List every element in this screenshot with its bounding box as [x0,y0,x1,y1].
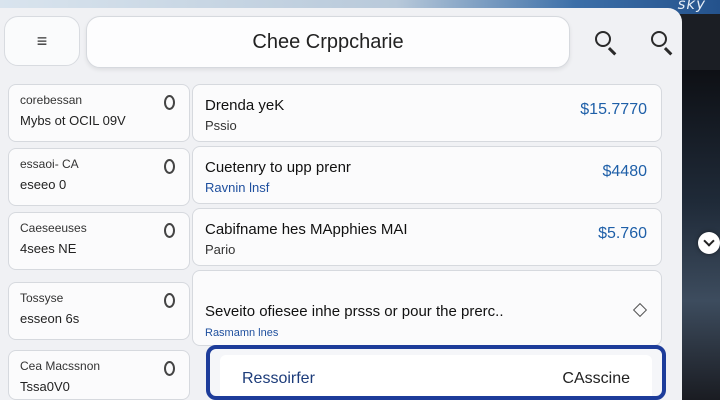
item-title: Drenda yeK [205,97,285,114]
sidebar-item-label: Tossyse [20,291,64,305]
sidebar-item[interactable]: Tossyse esseon 6s [8,282,190,340]
sidebar-item-label: essaoi- CA [20,157,79,171]
search-button-2[interactable] [644,24,678,60]
action-right-button[interactable]: CAsscine [562,370,630,388]
zero-badge-icon [164,95,175,110]
item-subtitle: Pssio [205,118,237,133]
menu-button[interactable]: ≡ [4,16,80,66]
diamond-icon[interactable] [632,302,648,318]
menu-icon: ≡ [36,31,48,51]
item-price: $15.7770 [580,101,647,118]
list-item[interactable]: Seveito ofiesee inhe prsss or pour the p… [192,270,662,346]
top-bar: ≡ Chee Crppcharie [0,8,682,70]
sidebar-item-value: eseeo 0 [20,177,67,192]
sidebar-item-label: Caeseeuses [20,221,87,235]
zero-badge-icon [164,293,175,308]
item-price: $4480 [602,163,648,180]
sidebar-item-value: 4sees NE [20,241,77,256]
action-bar: Ressoirfer CAsscine [206,345,666,400]
list-item[interactable]: Drenda yeK Pssio $15.7770 [192,84,662,142]
sidebar-item-value: Tssa0V0 [20,379,70,394]
search-icon [651,31,667,47]
list-item[interactable]: Cuetenry to upp prenr Ravnin lnsf $4480 [192,146,662,204]
action-left-button[interactable]: Ressoirfer [242,370,315,388]
search-icon [595,31,611,47]
sidebar-item-value: esseon 6s [20,311,80,326]
chevron-left-icon[interactable] [698,232,720,254]
item-title: Cuetenry to upp prenr [205,159,351,176]
title-bar: Chee Crppcharie [86,16,570,68]
zero-badge-icon [164,159,175,174]
search-button[interactable] [588,24,622,60]
page-title: Chee Crppcharie [252,31,404,53]
sidebar-item-value: Mybs ot OCIL 09V [20,113,126,128]
item-title: Seveito ofiesee inhe prsss or pour the p… [205,303,504,320]
sidebar-item[interactable]: Caeseeuses 4sees NE [8,212,190,270]
item-subtitle: Rasmamn lnes [205,327,279,339]
item-price: $5.760 [598,225,647,242]
action-field[interactable]: Ressoirfer CAsscine [220,355,652,396]
sidebar-item-label: Cea Macssnon [20,359,101,373]
item-subtitle: Ravnin lnsf [205,180,270,195]
list-item[interactable]: Cabifname hes MApphies MAI Pario $5.760 [192,208,662,266]
zero-badge-icon [164,361,175,376]
item-subtitle: Pario [205,242,236,257]
sidebar-item[interactable]: essaoi- CA eseeo 0 [8,148,190,206]
sidebar-item-label: corebessan [20,93,83,107]
sidebar-item[interactable]: corebessan Mybs ot OCIL 09V [8,84,190,142]
item-title: Cabifname hes MApphies MAI [205,221,408,238]
sidebar-item[interactable]: Cea Macssnon Tssa0V0 [8,350,190,400]
zero-badge-icon [164,223,175,238]
